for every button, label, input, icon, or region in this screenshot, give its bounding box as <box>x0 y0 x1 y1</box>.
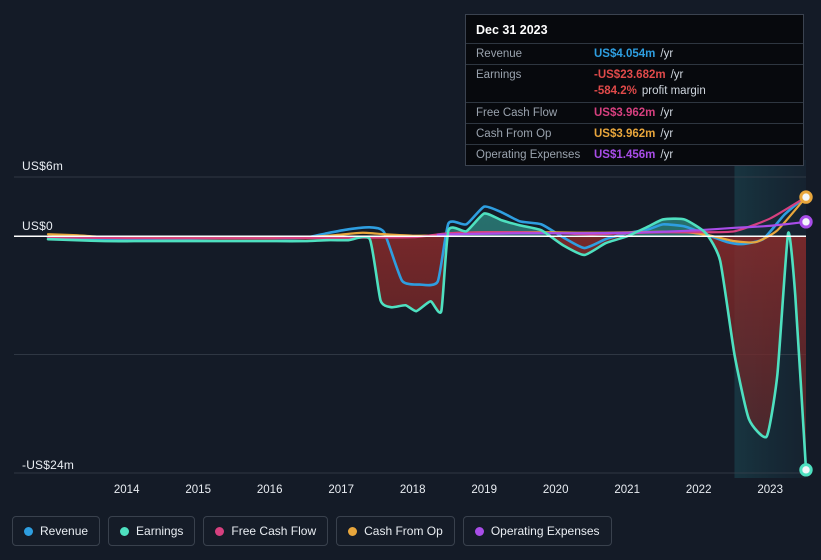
tooltip-row-value: US$3.962m <box>594 107 656 119</box>
tooltip-row-key: Cash From Op <box>476 128 552 140</box>
y-axis-label-zero: US$0 <box>22 219 53 233</box>
legend-item-label: Operating Expenses <box>490 524 600 538</box>
tooltip-title: Dec 31 2023 <box>476 23 548 37</box>
tooltip-row-unit: /yr <box>660 128 674 140</box>
legend-item-cash-from-op[interactable]: Cash From Op <box>336 516 455 546</box>
tooltip-row: Cash From Op US$3.962m/yr <box>466 123 803 144</box>
x-axis-tick-label: 2022 <box>685 484 712 496</box>
chart-page: US$6m US$0 -US$24m 2014 2015 2016 2017 2018 2… <box>0 0 821 560</box>
tooltip-row-key: Revenue <box>476 48 523 60</box>
tooltip-row-value: US$3.962m <box>594 128 656 140</box>
tooltip-row-value: US$4.054m <box>594 48 656 60</box>
tooltip-row: Revenue US$4.054m/yr <box>466 43 803 64</box>
tooltip-row-value: US$1.456m <box>594 149 656 161</box>
tooltip-row-key: Earnings <box>476 69 522 81</box>
legend-item-revenue[interactable]: Revenue <box>12 516 101 546</box>
tooltip-row-key: Free Cash Flow <box>476 107 558 119</box>
tooltip-row-value: -US$23.682m <box>594 69 666 81</box>
chart-legend: Revenue Earnings Free Cash Flow Cash From O… <box>12 516 612 546</box>
tooltip-row-unit: profit margin <box>641 85 706 97</box>
x-axis-tick-label: 2023 <box>757 484 783 496</box>
x-axis: 2014 2015 2016 2017 2018 2019 2020 2021 2022 2023 <box>0 484 821 502</box>
legend-item-label: Revenue <box>40 524 89 538</box>
legend-item-earnings[interactable]: Earnings <box>108 516 196 546</box>
x-axis-tick-label: 2015 <box>185 484 211 496</box>
x-axis-tick-label: 2018 <box>399 484 426 496</box>
x-axis-tick-label: 2021 <box>614 484 640 496</box>
y-axis-label-top: US$6m <box>22 159 64 173</box>
tooltip-row-value: -584.2% <box>594 85 637 97</box>
tooltip-row: -584.2% profit margin <box>466 85 803 102</box>
legend-item-operating-expenses[interactable]: Operating Expenses <box>462 516 612 546</box>
tooltip-row-unit: /yr <box>670 69 684 81</box>
tooltip-rows: Revenue US$4.054m/yr Earnings -US$23.682m/y… <box>466 43 803 165</box>
tooltip-row-key: Operating Expenses <box>476 149 581 161</box>
legend-color-dot-icon <box>24 526 33 536</box>
legend-color-dot-icon <box>120 526 130 536</box>
x-axis-tick-label: 2019 <box>471 484 497 496</box>
x-axis-tick-label: 2017 <box>328 484 354 496</box>
tooltip-row-unit: /yr <box>660 48 674 60</box>
tooltip-row-unit: /yr <box>660 107 674 119</box>
tooltip-row-unit: /yr <box>660 149 674 161</box>
legend-item-label: Free Cash Flow <box>231 524 317 538</box>
x-axis-tick-label: 2020 <box>542 484 569 496</box>
tooltip-row: Free Cash Flow US$3.962m/yr <box>466 102 803 123</box>
x-axis-tick-label: 2014 <box>113 484 140 496</box>
tooltip-row: Operating Expenses US$1.456m/yr <box>466 144 803 165</box>
legend-color-dot-icon <box>348 526 358 536</box>
data-tooltip: Dec 31 2023 Revenue US$4.054m/yr Earnings -… <box>465 14 804 166</box>
legend-item-free-cash-flow[interactable]: Free Cash Flow <box>203 516 329 546</box>
legend-item-label: Cash From Op <box>364 524 443 538</box>
tooltip-row: Earnings -US$23.682m/yr <box>466 64 803 85</box>
y-axis-label-bottom: -US$24m <box>22 458 75 472</box>
legend-color-dot-icon <box>215 526 225 536</box>
legend-color-dot-icon <box>474 526 484 536</box>
legend-item-label: Earnings <box>136 524 184 538</box>
x-axis-tick-label: 2016 <box>256 484 283 496</box>
